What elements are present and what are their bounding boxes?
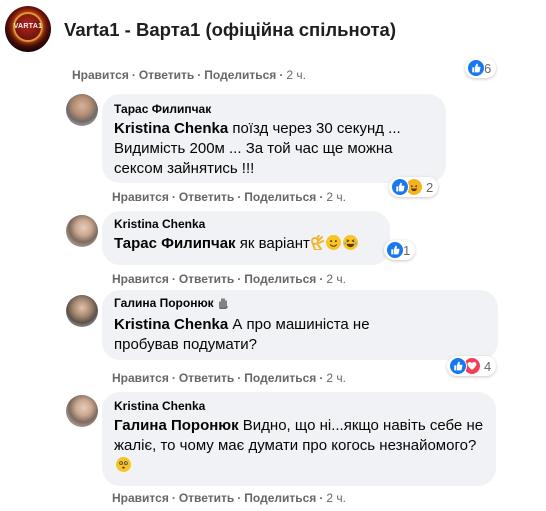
- avatar[interactable]: [66, 395, 98, 427]
- comment-bubble: Тарас Филипчак Kristina Chenka поїзд чер…: [102, 94, 446, 183]
- share-link[interactable]: Поделиться: [244, 371, 316, 385]
- separator: ·: [319, 190, 324, 204]
- ok-hand-emoji-icon: [310, 234, 324, 256]
- comment-author[interactable]: Галина Поронюк: [114, 296, 214, 310]
- timestamp[interactable]: 2 ч.: [326, 491, 346, 505]
- thumbs-up-icon: [386, 241, 404, 259]
- comment-actions: Нравится · Ответить · Поделиться · 2 ч.: [112, 272, 346, 286]
- comment-actions: Нравится · Ответить · Поделиться · 2 ч.: [72, 68, 306, 82]
- thumbs-up-icon: [467, 59, 485, 77]
- avatar[interactable]: [66, 94, 98, 126]
- reply-link[interactable]: Ответить: [179, 491, 234, 505]
- comment-text: Kristina Chenka А про машиніста не пробу…: [114, 315, 404, 355]
- reaction-summary[interactable]: 4: [447, 356, 497, 376]
- separator: ·: [319, 272, 324, 286]
- reply-link[interactable]: Ответить: [179, 190, 234, 204]
- avatar[interactable]: [66, 215, 98, 247]
- reply-link[interactable]: Ответить: [179, 272, 234, 286]
- waving-hand-icon: [217, 297, 229, 312]
- timestamp[interactable]: 2 ч.: [326, 272, 346, 286]
- share-link[interactable]: Поделиться: [244, 190, 316, 204]
- mention-link[interactable]: Галина Поронюк: [114, 417, 239, 434]
- comment-bubble: Kristina Chenka Галина Поронюк Видно, що…: [102, 392, 496, 486]
- laughing-face-emoji-icon: [342, 235, 358, 250]
- separator: ·: [319, 491, 324, 505]
- avatar[interactable]: [66, 295, 98, 327]
- mention-link[interactable]: Kristina Chenka: [114, 316, 228, 333]
- separator: ·: [197, 68, 202, 82]
- separator: ·: [171, 272, 176, 286]
- separator: ·: [171, 491, 176, 505]
- comment-actions: Нравится · Ответить · Поделиться · 2 ч.: [112, 371, 346, 385]
- flushed-face-emoji-icon: [116, 457, 131, 472]
- reply-link[interactable]: Ответить: [179, 371, 234, 385]
- timestamp[interactable]: 2 ч.: [326, 371, 346, 385]
- reaction-summary[interactable]: 6: [465, 58, 497, 78]
- thumbs-up-icon: [449, 357, 467, 375]
- separator: ·: [131, 68, 136, 82]
- comment-actions: Нравится · Ответить · Поделиться · 2 ч.: [112, 190, 346, 204]
- share-link[interactable]: Поделиться: [244, 491, 316, 505]
- separator: ·: [237, 371, 242, 385]
- comment-bubble: Галина Поронюк Kristina Chenka А про маш…: [102, 290, 498, 360]
- reaction-count: 4: [484, 358, 492, 374]
- comment-author[interactable]: Kristina Chenka: [114, 217, 378, 231]
- like-link[interactable]: Нравится: [112, 491, 169, 505]
- comment-text: Kristina Chenka поїзд через 30 секунд ..…: [114, 119, 434, 179]
- like-link[interactable]: Нравится: [112, 371, 169, 385]
- reaction-summary[interactable]: 2: [389, 177, 439, 197]
- share-link[interactable]: Поделиться: [204, 68, 276, 82]
- timestamp[interactable]: 2 ч.: [326, 190, 346, 204]
- separator: ·: [171, 190, 176, 204]
- thumbs-up-icon: [391, 178, 409, 196]
- separator: ·: [279, 68, 284, 82]
- comment-author[interactable]: Тарас Филипчак: [114, 102, 434, 116]
- comment-bubble: Kristina Chenka Тарас Филипчак як варіан…: [102, 211, 390, 265]
- logo-wordmark: VARTA1: [13, 23, 43, 30]
- reply-link[interactable]: Ответить: [139, 68, 194, 82]
- group-title[interactable]: Varta1 - Варта1 (офіційна спільнота): [64, 19, 396, 41]
- mention-link[interactable]: Kristina Chenka: [114, 120, 228, 137]
- comment-text: Галина Поронюк Видно, що ні...якщо навіт…: [114, 416, 488, 476]
- reaction-count: 2: [426, 179, 434, 195]
- reaction-count: 6: [484, 60, 492, 76]
- separator: ·: [171, 371, 176, 385]
- group-logo[interactable]: VARTA1: [5, 6, 51, 52]
- group-header: VARTA1 Varta1 - Варта1 (офіційна спільно…: [0, 0, 546, 62]
- comment-actions: Нравится · Ответить · Поделиться · 2 ч.: [112, 491, 346, 505]
- mention-link[interactable]: Тарас Филипчак: [114, 235, 236, 252]
- comment-text: Тарас Филипчак як варіант: [114, 234, 378, 256]
- comment-body: як варіант: [235, 235, 310, 252]
- timestamp[interactable]: 2 ч.: [286, 68, 306, 82]
- smiling-face-emoji-icon: [325, 235, 341, 250]
- separator: ·: [319, 371, 324, 385]
- like-link[interactable]: Нравится: [112, 272, 169, 286]
- like-link[interactable]: Нравится: [72, 68, 129, 82]
- comment-author-row: Галина Поронюк: [114, 296, 486, 312]
- separator: ·: [237, 491, 242, 505]
- separator: ·: [237, 272, 242, 286]
- separator: ·: [237, 190, 242, 204]
- like-link[interactable]: Нравится: [112, 190, 169, 204]
- reaction-summary[interactable]: 1: [384, 240, 416, 260]
- comment-author[interactable]: Kristina Chenka: [114, 399, 484, 413]
- reaction-count: 1: [403, 242, 411, 258]
- share-link[interactable]: Поделиться: [244, 272, 316, 286]
